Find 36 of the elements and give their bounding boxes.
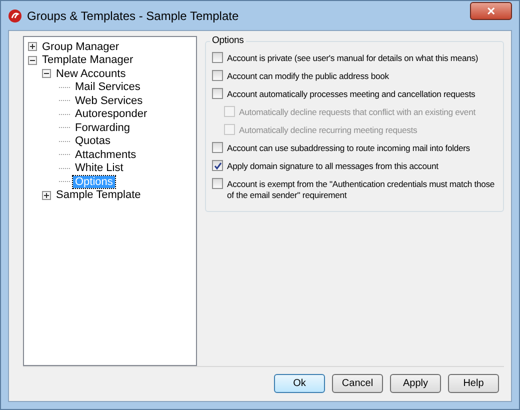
checkbox-label: Automatically decline requests that conflict with an existing event [239,106,476,118]
checkbox-label: Automatically decline recurring meeting requests [239,124,418,136]
tree-item[interactable]: Web Services [73,94,145,107]
expand-icon[interactable] [42,190,51,200]
checkbox[interactable] [212,142,223,153]
tree-item[interactable]: Attachments [73,148,138,161]
tree-item[interactable]: Group Manager [40,40,122,53]
dialog-button[interactable]: Apply [390,374,441,393]
checkbox-label: Account is exempt from the "Authentication credentials must match those of the email sender" requirement [227,178,496,201]
dialog-button[interactable]: Cancel [332,374,383,393]
dialog-button[interactable]: Help [448,374,499,393]
app-logo-icon [8,8,22,22]
tree-item[interactable]: Autoresponder [73,108,150,120]
checkbox[interactable] [212,178,223,189]
tree-item[interactable]: Quotas [73,135,112,148]
expand-icon[interactable] [28,42,37,52]
tree-item[interactable]: Mail Services [73,81,142,94]
tree-item[interactable]: Forwarding [73,122,132,134]
tree-item[interactable]: Template Manager [40,54,136,66]
collapse-icon[interactable] [28,56,37,65]
checkbox[interactable] [212,70,223,81]
checkbox-label: Apply domain signature to all messages from this account [227,160,438,172]
collapse-icon[interactable] [42,69,51,78]
tree-item[interactable]: Sample Template [54,189,143,202]
checkbox[interactable] [212,88,223,99]
checkbox-label: Account can modify the public address book [227,70,389,82]
tree-item[interactable]: White List [73,162,126,174]
tree-item[interactable]: New Accounts [54,68,128,80]
checkbox-label: Account automatically processes meeting and cancellation requests [227,88,476,100]
checkbox-label: Account is private (see user's manual for details on what this means) [227,52,478,64]
checkbox[interactable] [212,160,223,171]
window-title: Groups & Templates - Sample Template [27,8,240,22]
checkbox-label: Account can use subaddressing to route incoming mail into folders [227,142,470,154]
group-title: Options [210,35,246,46]
checkbox[interactable] [212,52,223,63]
dialog-button[interactable]: Ok [274,374,325,393]
